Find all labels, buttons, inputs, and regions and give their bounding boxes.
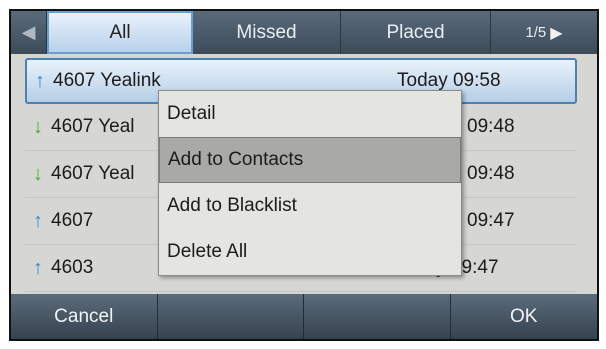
tab-all[interactable]: All [47, 11, 193, 54]
ok-button[interactable]: OK [451, 294, 597, 339]
call-name: 4603 [51, 257, 94, 278]
tab-bar: ◀ All Missed Placed 1/5 ▶ [11, 11, 597, 54]
menu-item-detail[interactable]: Detail [159, 91, 461, 137]
menu-item-label: Add to Contacts [168, 149, 304, 170]
menu-item-label: Delete All [167, 241, 248, 262]
outgoing-call-icon: ↑ [35, 69, 45, 92]
tab-placed-label: Placed [386, 21, 445, 43]
call-time: 09:47 [467, 210, 515, 231]
cancel-button-label: Cancel [54, 305, 114, 327]
page-indicator[interactable]: 1/5 ▶ [491, 11, 597, 54]
tab-right-arrow-icon: ▶ [550, 24, 563, 42]
tab-missed-label: Missed [236, 21, 297, 43]
call-time: Today 09:58 [397, 70, 501, 91]
phone-screen: ◀ All Missed Placed 1/5 ▶ ↑ 4607 Yealink… [9, 9, 599, 341]
call-name: 4607 Yeal [51, 116, 135, 137]
tab-left-arrow-icon[interactable]: ◀ [11, 11, 47, 54]
outgoing-call-icon: ↑ [33, 256, 43, 279]
tab-missed[interactable]: Missed [193, 11, 341, 54]
softkey-3[interactable] [304, 294, 451, 339]
cancel-button[interactable]: Cancel [11, 294, 158, 339]
softkey-2[interactable] [158, 294, 304, 339]
call-time: 09:48 [467, 116, 515, 137]
menu-item-add-to-contacts[interactable]: Add to Contacts [159, 137, 461, 183]
tab-all-label: All [109, 21, 131, 43]
context-menu: Detail Add to Contacts Add to Blacklist … [158, 90, 462, 276]
call-name: 4607 Yealink [53, 70, 161, 91]
call-name: 4607 [51, 210, 94, 231]
page-indicator-label: 1/5 [525, 24, 547, 41]
call-name: 4607 Yeal [51, 163, 135, 184]
incoming-call-icon: ↓ [33, 115, 43, 138]
menu-item-label: Add to Blacklist [167, 195, 297, 216]
call-time: 09:48 [467, 163, 515, 184]
outgoing-call-icon: ↑ [33, 209, 43, 232]
incoming-call-icon: ↓ [33, 162, 43, 185]
menu-item-add-to-blacklist[interactable]: Add to Blacklist [159, 183, 461, 229]
phone-frame: ◀ All Missed Placed 1/5 ▶ ↑ 4607 Yealink… [0, 0, 606, 349]
tab-placed[interactable]: Placed [341, 11, 491, 54]
softkey-bar: Cancel OK [11, 294, 597, 339]
menu-item-label: Detail [167, 103, 216, 124]
ok-button-label: OK [510, 305, 538, 327]
menu-item-delete-all[interactable]: Delete All [159, 229, 461, 275]
